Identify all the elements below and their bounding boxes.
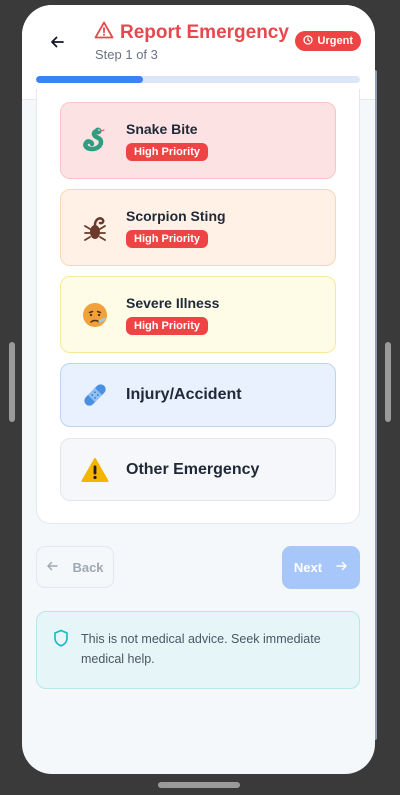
next-button-label: Next bbox=[293, 560, 323, 575]
back-button-label: Back bbox=[72, 559, 104, 575]
urgent-badge-label: Urgent bbox=[317, 35, 353, 47]
progress-fill bbox=[36, 76, 143, 83]
device-side-button-right bbox=[385, 342, 391, 422]
clock-icon bbox=[302, 34, 313, 48]
page-title: Report Emergency bbox=[120, 21, 289, 43]
priority-badge: High Priority bbox=[126, 316, 209, 335]
warning-icon bbox=[78, 453, 112, 487]
arrow-right-icon bbox=[336, 560, 348, 575]
urgent-badge: Urgent bbox=[294, 31, 361, 51]
medical-disclaimer: This is not medical advice. Seek immedia… bbox=[36, 611, 360, 689]
device-side-button-left bbox=[9, 342, 15, 422]
back-button[interactable]: Back bbox=[36, 546, 114, 588]
home-indicator[interactable] bbox=[158, 782, 240, 788]
option-label: Severe Illness bbox=[126, 294, 220, 311]
priority-badge: High Priority bbox=[126, 229, 209, 248]
scorpion-icon bbox=[78, 211, 112, 245]
title-row: Report Emergency bbox=[94, 21, 289, 44]
option-other-emergency[interactable]: Other Emergency bbox=[60, 438, 336, 501]
arrow-left-icon bbox=[46, 560, 59, 575]
disclaimer-text: This is not medical advice. Seek immedia… bbox=[81, 632, 321, 666]
sick-face-icon bbox=[78, 298, 112, 332]
progress-bar bbox=[36, 76, 360, 83]
next-button[interactable]: Next bbox=[282, 546, 360, 589]
warning-triangle-icon bbox=[94, 21, 114, 44]
bandage-icon bbox=[78, 378, 112, 412]
option-label: Scorpion Sting bbox=[126, 207, 226, 224]
option-label: Injury/Accident bbox=[126, 386, 242, 403]
back-arrow-icon[interactable] bbox=[46, 31, 68, 53]
phone-screen: Report Emergency Step 1 of 3 Urgent Snak… bbox=[22, 5, 375, 774]
option-severe-illness[interactable]: Severe Illness High Priority bbox=[60, 276, 336, 353]
option-label: Snake Bite bbox=[126, 120, 198, 137]
app-header: Report Emergency Step 1 of 3 Urgent bbox=[22, 5, 375, 100]
option-scorpion-sting[interactable]: Scorpion Sting High Priority bbox=[60, 189, 336, 266]
step-indicator: Step 1 of 3 bbox=[95, 47, 158, 62]
snake-icon bbox=[78, 124, 112, 158]
option-injury-accident[interactable]: Injury/Accident bbox=[60, 363, 336, 427]
option-label: Other Emergency bbox=[126, 460, 260, 478]
option-snake-bite[interactable]: Snake Bite High Priority bbox=[60, 102, 336, 179]
priority-badge: High Priority bbox=[126, 142, 209, 161]
emergency-type-panel: Snake Bite High Priority Scorpion Sting … bbox=[36, 89, 360, 524]
shield-icon bbox=[53, 629, 69, 652]
